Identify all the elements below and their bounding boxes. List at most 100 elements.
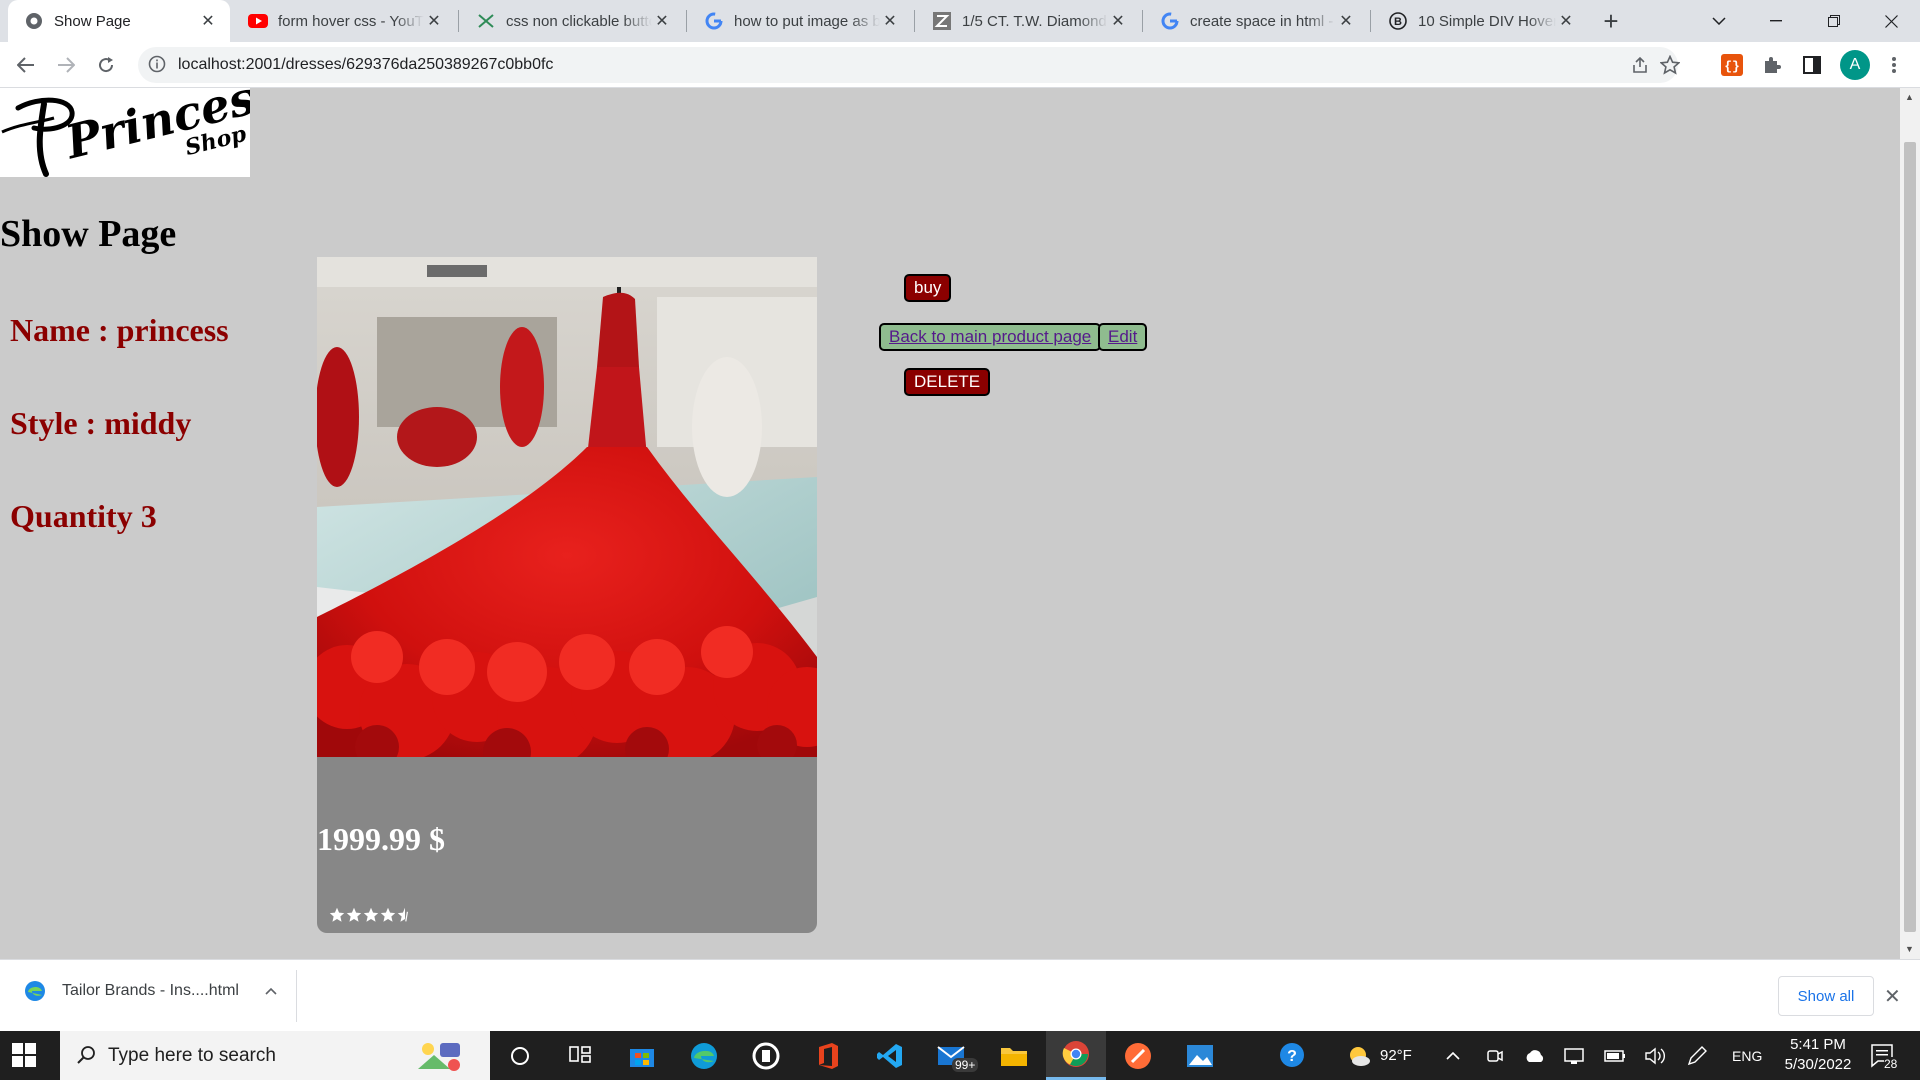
svg-text:B: B [1394,16,1402,28]
chrome-icon[interactable] [1046,1031,1106,1080]
notification-center-icon[interactable]: 28 [1870,1031,1898,1080]
close-tab-icon[interactable]: ✕ [198,11,218,31]
extension-brackets-icon[interactable]: {} [1720,53,1744,77]
menu-kebab-icon[interactable] [1882,53,1906,77]
tab-title: 10 Simple DIV Hover Effects [1418,12,1556,30]
task-view-icon[interactable] [550,1031,610,1080]
forward-arrow-icon[interactable] [50,49,82,81]
close-tab-icon[interactable]: ✕ [1108,11,1128,31]
show-all-button[interactable]: Show all [1778,976,1874,1016]
google-icon [1160,11,1180,31]
battery-icon[interactable] [1604,1031,1626,1080]
file-explorer-icon[interactable] [984,1031,1044,1080]
pen-icon[interactable] [1686,1031,1708,1080]
side-panel-icon[interactable] [1800,53,1824,77]
show-hidden-icons-chevron-icon[interactable] [1446,1031,1460,1080]
tab-css-non-clickable[interactable]: css non clickable button ✕ [460,0,684,42]
office-icon[interactable] [798,1031,858,1080]
google-icon [704,11,724,31]
svg-text:{}: {} [1724,59,1740,74]
volume-icon[interactable] [1644,1031,1666,1080]
weather-widget[interactable]: 92°F [1346,1031,1412,1080]
svg-text:?: ? [1287,1048,1297,1065]
tab-title: css non clickable button [506,12,652,30]
postman-icon[interactable] [1108,1031,1168,1080]
extensions-puzzle-icon[interactable] [1760,53,1784,77]
princess-shop-logo[interactable]: Princess Shop [0,88,250,177]
new-tab-button[interactable]: + [1596,6,1626,36]
star-icon [346,907,362,922]
tab-title: form hover css - YouTube [278,12,424,30]
tab-strip: Show Page ✕ form hover css - YouTube ✕ c… [0,0,1920,42]
product-price: 1999.99 $ [317,821,445,857]
vscode-icon[interactable] [860,1031,920,1080]
clock[interactable]: 5:41 PM 5/30/2022 [1770,1035,1866,1075]
mail-icon[interactable]: 99+ [922,1031,982,1080]
scroll-down-arrow-icon[interactable]: ▼ [1905,944,1914,954]
tab-image-background[interactable]: how to put image as background ✕ [688,0,912,42]
info-icon[interactable] [148,55,168,75]
buy-button[interactable]: buy [904,274,952,302]
back-arrow-icon[interactable] [10,49,42,81]
divider [296,970,297,1022]
cortana-icon[interactable] [490,1031,550,1080]
product-card[interactable]: 1999.99 $ [317,257,817,933]
microsoft-store-icon[interactable] [612,1031,672,1080]
clock-date: 5/30/2022 [1784,1056,1852,1073]
help-icon[interactable]: ? [1278,1031,1308,1080]
tab-diamond[interactable]: 1/5 CT. T.W. Diamond ✕ [916,0,1140,42]
share-icon[interactable] [1628,53,1652,77]
photos-icon[interactable] [1170,1031,1230,1080]
download-item[interactable]: Tailor Brands - Ins....html [24,980,277,1002]
app-github-icon[interactable] [736,1031,796,1080]
scroll-up-arrow-icon[interactable]: ▲ [1905,92,1914,102]
restore-icon[interactable] [1805,0,1863,42]
tab-title: create space in html - Google [1190,12,1336,30]
back-to-main-product-page-link[interactable]: Back to main product page [879,323,1102,351]
tab-separator [914,10,915,32]
reload-icon[interactable] [90,49,122,81]
half-star-icon [397,907,408,922]
tab-separator [1370,10,1371,32]
delete-button[interactable]: DELETE [904,368,991,396]
close-download-bar-icon[interactable]: ✕ [1884,984,1901,1009]
tab-separator [1142,10,1143,32]
close-window-icon[interactable] [1862,0,1920,42]
tab-create-space[interactable]: create space in html - Google ✕ [1144,0,1368,42]
youtube-icon [248,11,268,31]
close-tab-icon[interactable]: ✕ [652,11,672,31]
taskbar-search[interactable]: Type here to search [60,1031,490,1080]
windows-taskbar: Type here to search 99+ ? 92°F ENG 5:41 … [0,1031,1920,1080]
close-tab-icon[interactable]: ✕ [1556,11,1576,31]
browser-toolbar: localhost:2001/dresses/629376da250389267… [0,42,1920,88]
minimize-icon[interactable] [1747,0,1805,42]
edit-link[interactable]: Edit [1098,323,1148,351]
onedrive-icon[interactable] [1524,1031,1546,1080]
tab-show-page[interactable]: Show Page ✕ [8,0,230,42]
tab-search-chevron-icon[interactable] [1690,0,1748,42]
search-icon [77,1046,95,1064]
windows-start-icon[interactable] [12,1043,38,1069]
network-icon[interactable] [1564,1031,1584,1080]
close-tab-icon[interactable]: ✕ [1336,11,1356,31]
meet-now-icon[interactable] [1486,1031,1504,1080]
address-bar[interactable]: localhost:2001/dresses/629376da250389267… [138,47,1680,83]
profile-avatar[interactable]: A [1840,50,1870,80]
mail-badge: 99+ [952,1058,979,1072]
bookmark-star-icon[interactable] [1658,53,1682,77]
z-icon [932,11,952,31]
page-scrollbar[interactable]: ▲ ▼ [1900,88,1920,959]
star-icon [363,907,379,922]
tab-title: how to put image as background [734,12,880,30]
tab-div-hover[interactable]: B 10 Simple DIV Hover Effects ✕ [1372,0,1588,42]
close-tab-icon[interactable]: ✕ [424,11,444,31]
tab-title: 1/5 CT. T.W. Diamond [962,12,1107,30]
scroll-thumb[interactable] [1904,142,1916,932]
download-bar: Tailor Brands - Ins....html Show all ✕ [0,959,1920,1031]
close-tab-icon[interactable]: ✕ [880,11,900,31]
tab-youtube[interactable]: form hover css - YouTube ✕ [232,0,456,42]
edge-icon[interactable] [674,1031,734,1080]
clock-time: 5:41 PM [1790,1036,1846,1053]
page-title: Show Page [0,213,177,255]
language-indicator[interactable]: ENG [1732,1031,1762,1080]
